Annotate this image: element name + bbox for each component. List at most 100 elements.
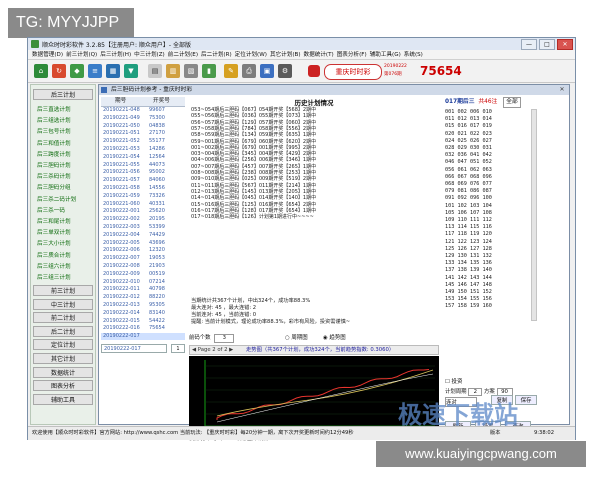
sidebar-link[interactable]: 后三包号计划 [37, 127, 71, 135]
sidebar-link[interactable]: 后三杀一码 [37, 206, 65, 214]
menu-tools[interactable]: 辅助工具(G) [370, 50, 401, 59]
sidebar-link[interactable]: 后三大小计划 [37, 239, 71, 247]
table-row[interactable]: 20190222-012 88220 [101, 294, 185, 301]
sidebar-link[interactable]: 后三胆码计划 [37, 161, 71, 169]
table-row[interactable]: 20190221-054 12564 [101, 154, 185, 161]
sidebar-link[interactable]: 后三胆码分组 [37, 183, 71, 191]
table-row[interactable]: 20190221-057 84060 [101, 177, 185, 184]
menu-mid3[interactable]: 中三计划(Z) [134, 50, 165, 59]
table-row[interactable]: 20190222-014 83140 [101, 310, 185, 317]
table-row[interactable]: 20190222-010 07214 [101, 279, 185, 286]
sidebar-header[interactable]: 后二计划 [33, 325, 93, 337]
sidebar-link[interactable]: 后三跨度计划 [37, 150, 71, 158]
radio-trend[interactable]: ◉ 趋势图 [323, 333, 346, 343]
period-spinner[interactable]: 1 [171, 344, 185, 353]
menu-back2[interactable]: 后二计划(R) [201, 50, 232, 59]
sidebar-link[interactable]: 后三组六计划 [37, 262, 71, 270]
sidebar-header[interactable]: 数据统计 [33, 366, 93, 378]
menu-front2[interactable]: 前二计划(E) [168, 50, 198, 59]
menu-other[interactable]: 其它计划(B) [270, 50, 301, 59]
sidebar-link[interactable]: 后三质合计划 [37, 251, 71, 259]
sidebar-header[interactable]: 定位计划 [33, 339, 93, 351]
filter-select[interactable]: 全部 [503, 97, 521, 108]
chart-icon[interactable]: ◆ [70, 64, 84, 78]
lottery-select[interactable]: 重庆时时彩 [324, 64, 382, 80]
grid-icon[interactable]: ▤ [148, 64, 162, 78]
sidebar-link[interactable]: 后三组三计划 [37, 273, 71, 281]
table-row[interactable]: 20190222-006 12320 [101, 247, 185, 254]
table-row[interactable]: 20190221-049 75300 [101, 115, 185, 122]
calendar-icon[interactable]: ▦ [106, 64, 120, 78]
sidebar-header[interactable]: 图表分析 [33, 380, 93, 392]
save-button[interactable]: 保存 [515, 395, 537, 405]
settings-icon[interactable]: ⚙ [278, 64, 292, 78]
chart-pager[interactable]: ◀ Page 2 of 2 ▶ [192, 346, 233, 355]
stats-icon[interactable]: ▧ [184, 64, 198, 78]
minimize-button[interactable]: — [521, 39, 537, 50]
table-row[interactable]: 20190221-055 44073 [101, 162, 185, 169]
table-row[interactable]: 20190222-011 40798 [101, 286, 185, 293]
menu-data[interactable]: 数据管理(D) [32, 50, 63, 59]
count-select[interactable]: 3 [214, 334, 235, 343]
sidebar-link[interactable]: 后三组选计划 [37, 116, 71, 124]
table-row[interactable]: 20190222-001 25620 [101, 208, 185, 215]
sidebar-link[interactable]: 后三单双计划 [37, 228, 71, 236]
sidebar-link[interactable]: 后三杀码计划 [37, 172, 71, 180]
table-row[interactable]: 20190221-059 73326 [101, 193, 185, 200]
table-icon[interactable]: ▥ [166, 64, 180, 78]
table-row[interactable]: 20190222-007 19053 [101, 255, 185, 262]
sidebar-header-back3[interactable]: 后三计划 [33, 89, 93, 100]
maximize-button[interactable]: □ [539, 39, 555, 50]
lottery-icon[interactable] [308, 65, 320, 77]
sidebar-header[interactable]: 辅助工具 [33, 393, 93, 405]
table-row[interactable]: 20190222-008 21903 [101, 263, 185, 270]
close-button[interactable]: ✕ [557, 39, 573, 50]
table-row[interactable]: 20190222-002 20195 [101, 216, 185, 223]
menu-front3[interactable]: 前三计划(Q) [66, 50, 97, 59]
table-row[interactable]: 20190221-052 55177 [101, 138, 185, 145]
sidebar-header[interactable]: 前三计划 [33, 285, 93, 296]
sidebar-link[interactable]: 后三杀二码计划 [37, 195, 76, 203]
table-row[interactable]: 20190222-005 43696 [101, 240, 185, 247]
list-icon[interactable]: ≡ [88, 64, 102, 78]
table-row[interactable]: 20190221-060 40331 [101, 201, 185, 208]
table-row[interactable]: 20190222-003 53399 [101, 224, 185, 231]
save-icon[interactable]: ▣ [260, 64, 274, 78]
table-row[interactable]: 20190221-056 95002 [101, 169, 185, 176]
sidebar-link[interactable]: 后三和尾计划 [37, 217, 71, 225]
refresh-icon[interactable]: ↻ [52, 64, 66, 78]
menu-charts[interactable]: 图表分析(F) [337, 50, 367, 59]
table-row[interactable]: 20190222-013 95305 [101, 302, 185, 309]
menu-stats[interactable]: 数据统计(T) [304, 50, 334, 59]
table-row[interactable]: 20190222-017 [101, 333, 185, 340]
sidebar-link[interactable]: 后三和值计划 [37, 139, 71, 147]
number-scrollbar[interactable] [531, 109, 537, 321]
home-icon[interactable]: ⌂ [34, 64, 48, 78]
menu-system[interactable]: 系统(S) [404, 50, 423, 59]
radio-period[interactable]: ○ 周期图 [285, 333, 308, 343]
table-row[interactable]: 20190221-048 99607 [101, 107, 185, 114]
menu-position[interactable]: 定位计划(W) [235, 50, 267, 59]
table-row[interactable]: 20190222-004 74429 [101, 232, 185, 239]
row-number: 99607 [149, 107, 165, 113]
sidebar-header[interactable]: 中三计划 [33, 298, 93, 310]
table-row[interactable]: 20190221-051 27170 [101, 130, 185, 137]
filter-icon[interactable]: ▼ [124, 64, 138, 78]
plan-close-button[interactable]: ✕ [558, 86, 566, 94]
invest-checkbox[interactable]: ☐ 投资 [445, 377, 462, 385]
table-row[interactable]: 20190222-009 00519 [101, 271, 185, 278]
sidebar-header[interactable]: 前二计划 [33, 312, 93, 324]
table-row[interactable]: 20190222-016 75654 [101, 325, 185, 332]
sidebar-link[interactable]: 后三直选计划 [37, 105, 71, 113]
period-select[interactable]: 20190222-017 [101, 344, 167, 353]
bars-icon[interactable]: ▮ [202, 64, 216, 78]
url-badge: www.kuaiyingcpwang.com [376, 441, 586, 467]
edit-icon[interactable]: ✎ [224, 64, 238, 78]
sidebar-header[interactable]: 其它计划 [33, 353, 93, 364]
menu-back3[interactable]: 后三计划(H) [100, 50, 131, 59]
table-row[interactable]: 20190221-053 14286 [101, 146, 185, 153]
table-row[interactable]: 20190222-015 54422 [101, 318, 185, 325]
table-row[interactable]: 20190221-050 04838 [101, 123, 185, 130]
table-row[interactable]: 20190221-058 14556 [101, 185, 185, 192]
print-icon[interactable]: ⎙ [242, 64, 256, 78]
